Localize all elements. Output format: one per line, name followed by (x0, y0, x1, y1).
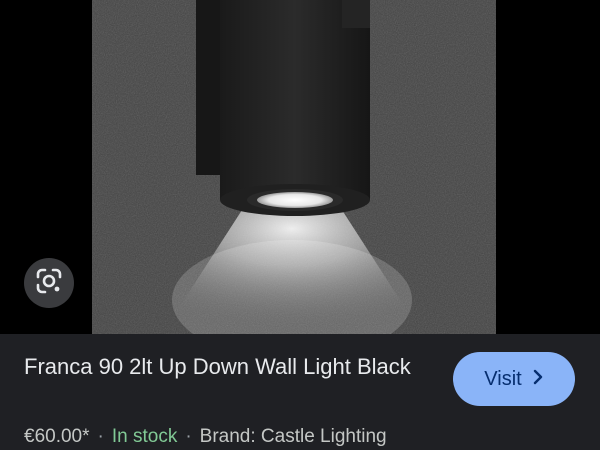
brand-text: Brand: Castle Lighting (199, 426, 387, 447)
separator-dot: · (97, 426, 104, 447)
price-text: €60.00* (24, 426, 90, 447)
product-title: Franca 90 2lt Up Down Wall Light Black (24, 354, 411, 379)
product-meta-row: €60.00* · In stock · Brand: Castle Lighting (24, 424, 600, 450)
product-image-area (0, 0, 600, 334)
visit-button[interactable]: Visit (453, 352, 575, 406)
google-lens-icon (34, 266, 64, 301)
stock-status: In stock (111, 426, 178, 447)
separator-dot: · (185, 426, 192, 447)
product-photo (92, 0, 496, 334)
visit-button-label: Visit (484, 367, 522, 390)
chevron-right-icon (532, 368, 544, 391)
google-lens-button[interactable] (24, 258, 74, 308)
